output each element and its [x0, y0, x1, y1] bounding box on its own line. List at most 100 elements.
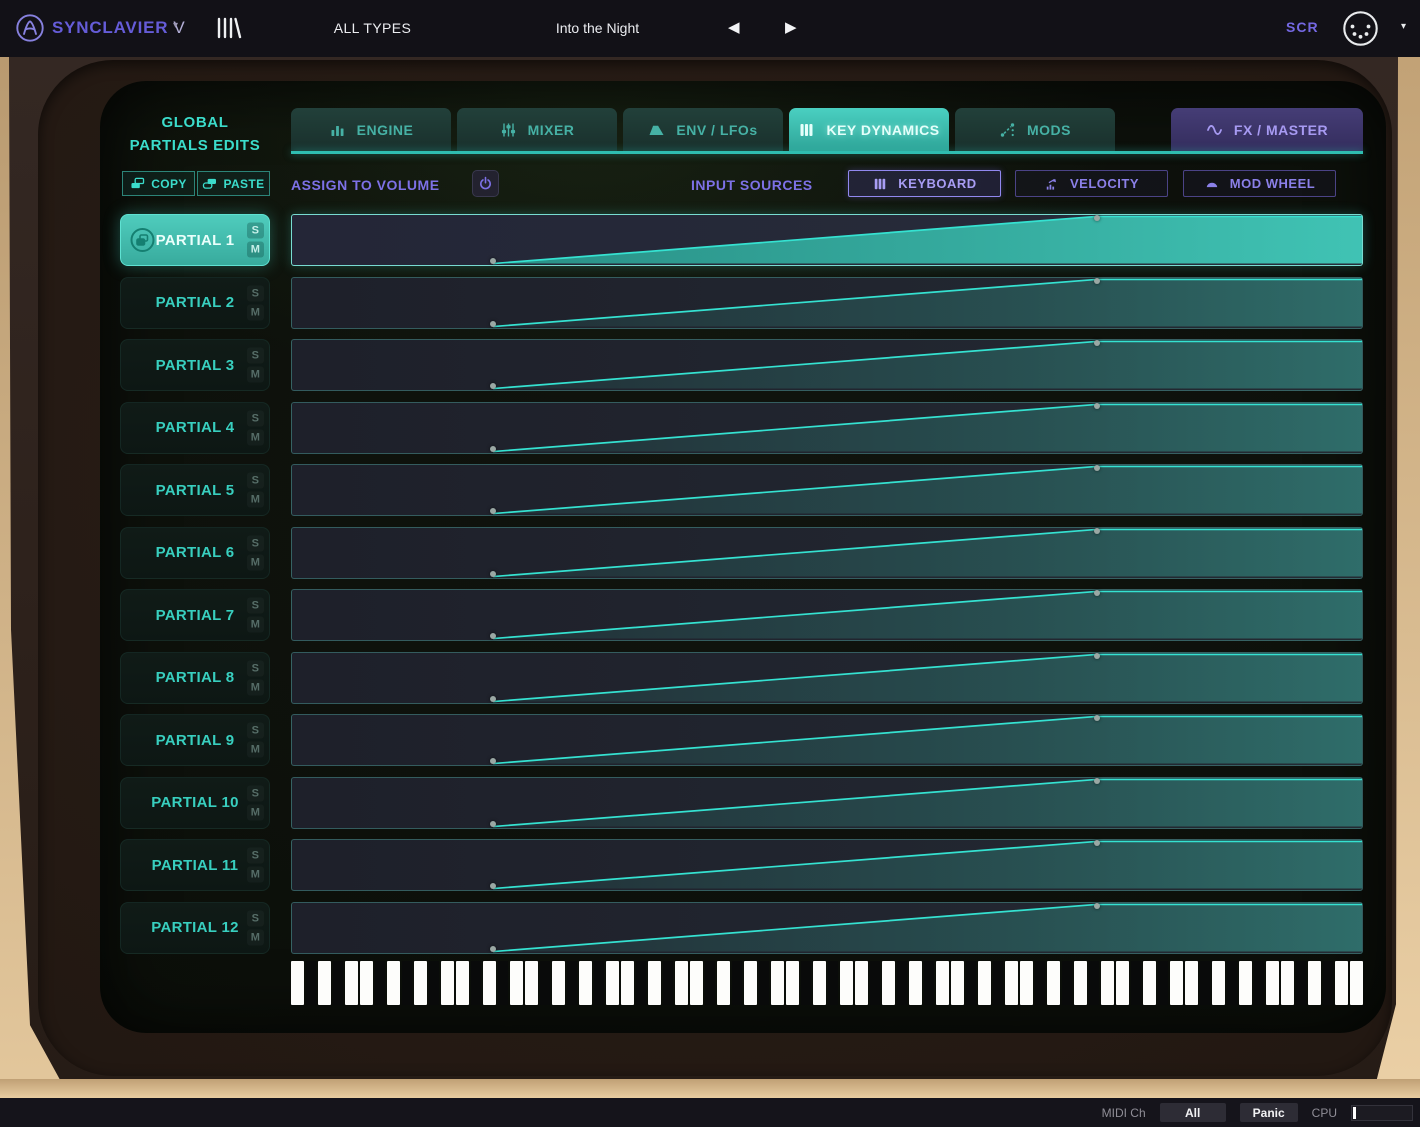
mute-button[interactable]: M [247, 804, 264, 820]
solo-button[interactable]: S [247, 223, 264, 239]
mute-button[interactable]: M [247, 929, 264, 945]
key-white[interactable] [579, 961, 592, 1005]
key-black[interactable] [471, 961, 481, 1005]
key-black[interactable] [306, 961, 316, 1005]
dynamics-curve-row-12[interactable] [291, 902, 1363, 954]
partial-button-3[interactable]: PARTIAL 3 S M [120, 339, 270, 391]
key-black[interactable] [429, 961, 439, 1005]
partial-copy-icon[interactable] [130, 228, 155, 253]
source-button-keyboard[interactable]: KEYBOARD [848, 170, 1001, 197]
key-black[interactable] [924, 961, 934, 1005]
curve-handle-peak[interactable] [1094, 840, 1100, 846]
key-black[interactable] [1323, 961, 1333, 1005]
dynamics-curve-row-4[interactable] [291, 402, 1363, 454]
curve-handle-start[interactable] [490, 821, 496, 827]
copy-button[interactable]: COPY [122, 171, 195, 196]
key-black[interactable] [1158, 961, 1168, 1005]
key-white[interactable] [690, 961, 703, 1005]
key-white[interactable] [813, 961, 826, 1005]
solo-button[interactable]: S [247, 535, 264, 551]
mute-button[interactable]: M [247, 492, 264, 508]
key-white[interactable] [936, 961, 949, 1005]
mute-button[interactable]: M [247, 617, 264, 633]
curve-handle-start[interactable] [490, 696, 496, 702]
key-white[interactable] [1185, 961, 1198, 1005]
key-white[interactable] [510, 961, 523, 1005]
curve-handle-start[interactable] [490, 946, 496, 952]
curve-handle-start[interactable] [490, 446, 496, 452]
partial-button-10[interactable]: PARTIAL 10 S M [120, 777, 270, 829]
key-black[interactable] [1131, 961, 1141, 1005]
mute-button[interactable]: M [247, 679, 264, 695]
assign-power-toggle[interactable] [472, 170, 499, 197]
curve-handle-start[interactable] [490, 321, 496, 327]
key-white[interactable] [1005, 961, 1018, 1005]
dynamics-curve-row-5[interactable] [291, 464, 1363, 516]
curve-handle-peak[interactable] [1094, 528, 1100, 534]
key-black[interactable] [594, 961, 604, 1005]
mute-button[interactable]: M [247, 742, 264, 758]
key-black[interactable] [1296, 961, 1306, 1005]
curve-handle-start[interactable] [490, 571, 496, 577]
partial-button-12[interactable]: PARTIAL 12 S M [120, 902, 270, 954]
key-white[interactable] [675, 961, 688, 1005]
partial-button-4[interactable]: PARTIAL 4 S M [120, 402, 270, 454]
partial-button-11[interactable]: PARTIAL 11 S M [120, 839, 270, 891]
key-white[interactable] [1020, 961, 1033, 1005]
keyboard-range-strip[interactable] [291, 961, 1363, 1005]
curve-handle-peak[interactable] [1094, 653, 1100, 659]
mute-button[interactable]: M [247, 367, 264, 383]
key-black[interactable] [705, 961, 715, 1005]
solo-button[interactable]: S [247, 848, 264, 864]
key-white[interactable] [771, 961, 784, 1005]
dynamics-curve-row-10[interactable] [291, 777, 1363, 829]
preset-next-button[interactable]: ▶ [785, 18, 797, 36]
tab-env-lfos[interactable]: ENV / LFOs [623, 108, 783, 151]
mute-button[interactable]: M [247, 554, 264, 570]
source-button-mod-wheel[interactable]: MOD WHEEL [1183, 170, 1336, 197]
dynamics-curve-row-2[interactable] [291, 277, 1363, 329]
key-white[interactable] [387, 961, 400, 1005]
scr-button[interactable]: SCR [1286, 19, 1319, 35]
dynamics-curve-row-3[interactable] [291, 339, 1363, 391]
solo-button[interactable]: S [247, 598, 264, 614]
preset-prev-button[interactable]: ◀ [728, 18, 740, 36]
key-white[interactable] [1239, 961, 1252, 1005]
key-white[interactable] [744, 961, 757, 1005]
settings-caret-icon[interactable]: ▾ [1401, 21, 1406, 32]
tab-key-dynamics[interactable]: KEY DYNAMICS [789, 108, 949, 151]
key-white[interactable] [552, 961, 565, 1005]
key-black[interactable] [966, 961, 976, 1005]
partial-button-8[interactable]: PARTIAL 8 S M [120, 652, 270, 704]
tab-mixer[interactable]: MIXER [457, 108, 617, 151]
curve-handle-peak[interactable] [1094, 340, 1100, 346]
key-black[interactable] [567, 961, 577, 1005]
key-white[interactable] [1116, 961, 1129, 1005]
key-white[interactable] [1308, 961, 1321, 1005]
dynamics-curve-row-6[interactable] [291, 527, 1363, 579]
key-black[interactable] [1035, 961, 1045, 1005]
key-white[interactable] [1047, 961, 1060, 1005]
source-button-velocity[interactable]: VELOCITY [1015, 170, 1168, 197]
dynamics-curve-row-8[interactable] [291, 652, 1363, 704]
mute-button[interactable]: M [247, 867, 264, 883]
key-black[interactable] [870, 961, 880, 1005]
key-black[interactable] [540, 961, 550, 1005]
key-white[interactable] [786, 961, 799, 1005]
key-black[interactable] [1200, 961, 1210, 1005]
key-black[interactable] [801, 961, 811, 1005]
solo-button[interactable]: S [247, 348, 264, 364]
tab-mods[interactable]: MODS [955, 108, 1115, 151]
key-black[interactable] [1062, 961, 1072, 1005]
curve-handle-peak[interactable] [1094, 403, 1100, 409]
partial-button-6[interactable]: PARTIAL 6 S M [120, 527, 270, 579]
key-white[interactable] [1074, 961, 1087, 1005]
preset-filter[interactable]: ALL TYPES [300, 20, 445, 36]
solo-button[interactable]: S [247, 723, 264, 739]
key-white[interactable] [483, 961, 496, 1005]
key-white[interactable] [318, 961, 331, 1005]
key-black[interactable] [663, 961, 673, 1005]
key-white[interactable] [441, 961, 454, 1005]
dynamics-curve-row-9[interactable] [291, 714, 1363, 766]
paste-button[interactable]: PASTE [197, 171, 270, 196]
